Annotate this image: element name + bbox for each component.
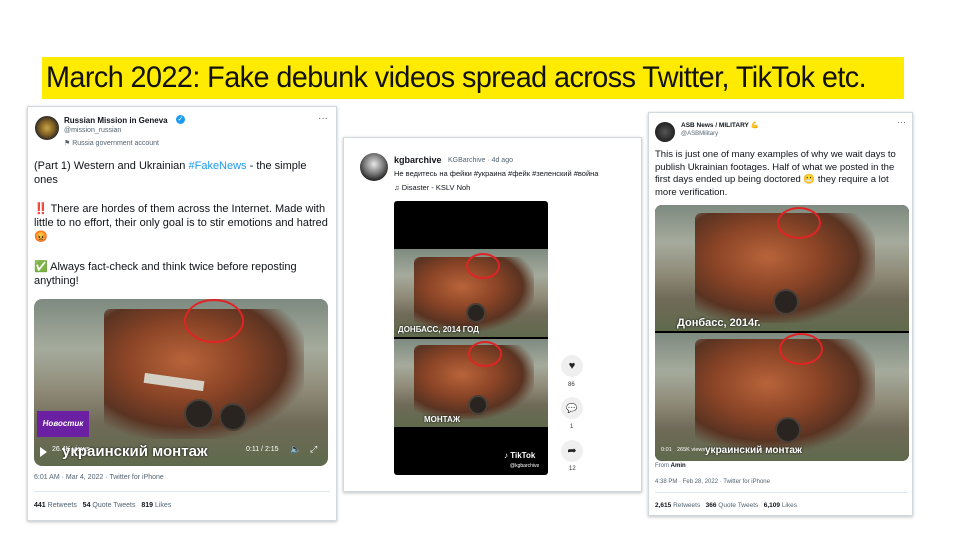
caption-top: Донбасс, 2014г.: [677, 317, 761, 329]
tweet-timestamp[interactable]: 4:38 PM · Feb 28, 2022 · Twitter for iPh…: [655, 479, 770, 485]
tiktok-caption: Не ведитесь на фейки #украина #фейк #зел…: [394, 169, 599, 178]
like-count[interactable]: 6,109: [764, 502, 780, 509]
tiktok-author-name[interactable]: kgbarchive: [394, 155, 442, 165]
red-circle-highlight: [779, 333, 823, 365]
caption-bottom: МОНТАЖ: [424, 415, 461, 424]
tweet-author-handle[interactable]: @mission_russian: [64, 127, 121, 134]
tweet-card-russian-mission[interactable]: Russian Mission in Geneva ✓ @mission_rus…: [27, 106, 337, 521]
share-button[interactable]: ➦: [561, 440, 583, 462]
like-count: 86: [568, 382, 575, 388]
more-options-icon[interactable]: ···: [318, 113, 328, 124]
verified-badge-icon: ✓: [176, 115, 185, 124]
tweet-stats: 2,615 Retweets 366 Quote Tweets 6,109 Li…: [655, 502, 797, 509]
tweet-author-handle[interactable]: @ASBMilitary: [681, 131, 718, 137]
hashtag-link[interactable]: #FakeNews: [188, 160, 246, 172]
video-frame-top: [394, 249, 548, 337]
retweet-count[interactable]: 441: [34, 502, 46, 509]
avatar[interactable]: [35, 116, 59, 140]
source-link[interactable]: Amin: [671, 463, 686, 469]
tweet-author-name[interactable]: Russian Mission in Geneva: [64, 116, 168, 125]
tweet-video[interactable]: Донбасс, 2014г. украинский монтаж 0:01 2…: [655, 205, 909, 461]
divider: [655, 492, 907, 493]
avatar[interactable]: [360, 153, 388, 181]
flexed-arm-icon: 💪: [750, 122, 759, 129]
tweet-author-name[interactable]: ASB News / MILITARY 💪: [681, 121, 759, 129]
tweet-video[interactable]: украинский монтаж Новостик 26.4K views 0…: [34, 299, 328, 466]
retweet-count[interactable]: 2,615: [655, 502, 671, 509]
video-frame-bottom: [655, 333, 909, 461]
slide-title: March 2022: Fake debunk videos spread ac…: [46, 61, 867, 94]
divider: [34, 491, 330, 492]
tiktok-sound[interactable]: ♫ Disaster - KSLV Noh: [394, 183, 470, 192]
video-views: 265K views: [677, 447, 706, 453]
tiktok-card[interactable]: kgbarchive KGBarchive · 4d ago Не ведите…: [343, 137, 642, 492]
video-frame-top: [655, 205, 909, 331]
fullscreen-icon[interactable]: ⤢: [310, 444, 317, 455]
caption-bottom: украинский монтаж: [705, 445, 803, 456]
tiktok-video[interactable]: ДОНБАСС, 2014 ГОД МОНТАЖ ♪ TikTok @kgbar…: [394, 201, 548, 475]
share-count: 12: [569, 466, 576, 472]
tweet-text: This is just one of many examples of why…: [655, 149, 896, 198]
tweet-text-para3: ✅ Always fact-check and think twice befo…: [34, 261, 297, 287]
tweet-text-para2: ‼️ There are hordes of them across the I…: [34, 203, 328, 243]
red-circle-highlight: [468, 341, 502, 367]
tweet-timestamp[interactable]: 6:01 AM · Mar 4, 2022 · Twitter for iPho…: [34, 474, 164, 481]
account-label: ⚑ Russia government account: [64, 140, 159, 147]
video-source: From Amin: [655, 463, 686, 469]
grimacing-face-icon: 😬: [803, 174, 816, 185]
caption-top: ДОНБАСС, 2014 ГОД: [398, 325, 479, 334]
video-views: 26.4K views: [52, 446, 90, 453]
quote-count[interactable]: 366: [706, 502, 717, 509]
avatar[interactable]: [655, 122, 675, 142]
angry-face-icon: 😡: [34, 231, 48, 243]
tweet-text-intro: (Part 1) Western and Ukrainian #FakeNews…: [34, 160, 307, 186]
volume-icon[interactable]: 🔈: [290, 444, 301, 455]
check-mark-icon: ✅: [34, 261, 48, 273]
play-button[interactable]: [40, 447, 47, 457]
red-circle-highlight: [466, 253, 500, 279]
tiktok-handle-time[interactable]: KGBarchive · 4d ago: [448, 157, 513, 164]
like-count[interactable]: 819: [141, 502, 153, 509]
red-circle-highlight: [777, 207, 821, 239]
like-button[interactable]: ♥: [561, 355, 583, 377]
video-frame: [34, 299, 328, 466]
video-time: 0:01: [661, 447, 672, 453]
double-exclamation-icon: ‼️: [34, 203, 48, 215]
tiktok-watermark-handle: @kgbarchive: [510, 463, 540, 469]
quote-count[interactable]: 54: [83, 502, 91, 509]
tweet-stats: 441 Retweets 54 Quote Tweets 819 Likes: [34, 502, 172, 509]
tiktok-logo: ♪ TikTok: [504, 451, 536, 460]
watermark-logo: Новостик: [37, 411, 89, 437]
video-frame-bottom: [394, 339, 548, 427]
comment-count: 1: [570, 424, 574, 430]
red-circle-highlight: [184, 299, 244, 343]
more-options-icon[interactable]: ···: [897, 117, 906, 127]
tiktok-note-icon: ♪: [504, 451, 508, 460]
tweet-card-asb-news[interactable]: ASB News / MILITARY 💪 @ASBMilitary ··· T…: [648, 112, 913, 516]
video-time: 0:11 / 2:15: [246, 446, 279, 453]
comment-button[interactable]: 💬: [561, 397, 583, 419]
